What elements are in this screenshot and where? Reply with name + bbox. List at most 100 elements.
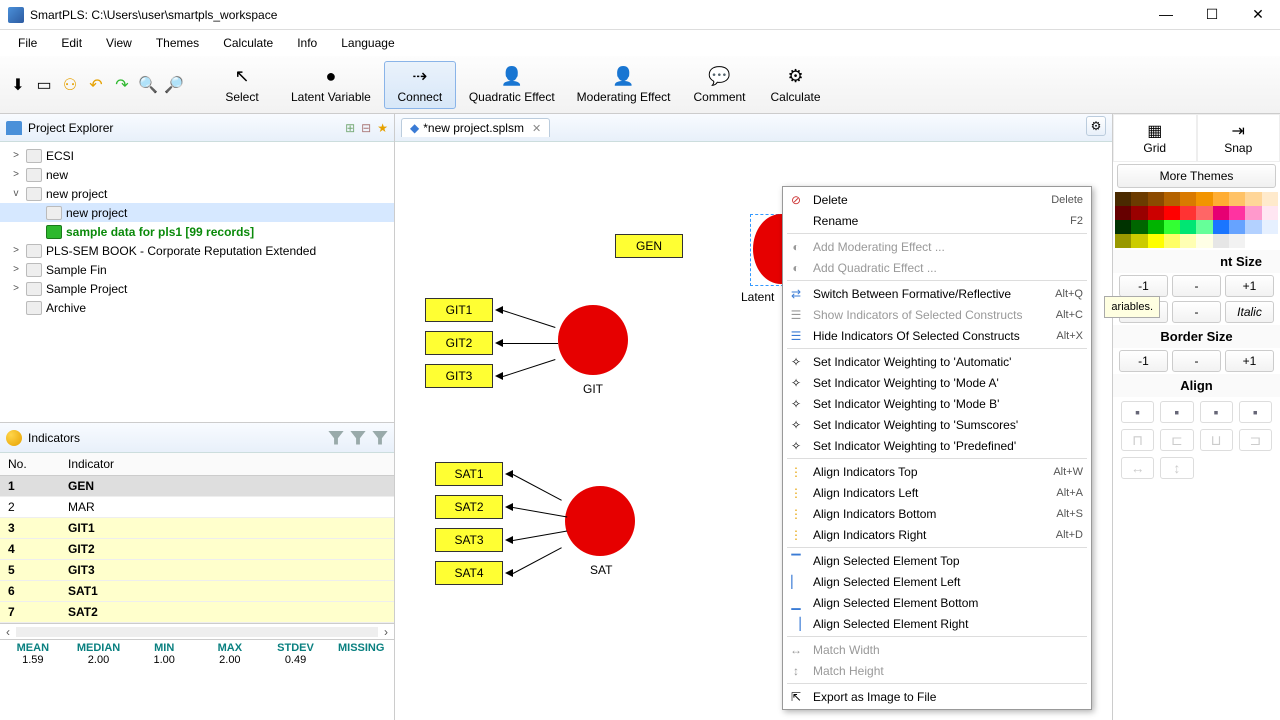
ctx-align-selected-element-bottom[interactable]: ▁Align Selected Element Bottom xyxy=(783,592,1091,613)
indicator-sat3[interactable]: SAT3 xyxy=(435,528,503,552)
ctx-align-indicators-bottom[interactable]: ⋮Align Indicators BottomAlt+S xyxy=(783,503,1091,524)
menu-themes[interactable]: Themes xyxy=(146,32,209,54)
ctx-rename[interactable]: RenameF2 xyxy=(783,210,1091,231)
remove-icon[interactable]: ⊟ xyxy=(361,121,371,135)
indicator-row[interactable]: 7SAT2 xyxy=(0,602,394,623)
align-btn-8[interactable]: ⊐ xyxy=(1239,429,1272,451)
construct-git[interactable] xyxy=(558,305,628,375)
align-btn-3[interactable]: ▪ xyxy=(1200,401,1233,423)
more-themes-button[interactable]: More Themes xyxy=(1117,164,1276,188)
minimize-button[interactable]: — xyxy=(1152,6,1180,23)
color-swatch[interactable] xyxy=(1180,192,1196,206)
align-btn-9[interactable]: ↔ xyxy=(1121,457,1154,479)
color-swatch[interactable] xyxy=(1131,220,1147,234)
italic-button[interactable]: Italic xyxy=(1225,301,1274,323)
indicator-git2[interactable]: GIT2 xyxy=(425,331,493,355)
color-swatch[interactable] xyxy=(1115,192,1131,206)
color-swatch[interactable] xyxy=(1115,234,1131,248)
color-swatch[interactable] xyxy=(1213,192,1229,206)
zoom-out-icon[interactable]: 🔍 xyxy=(138,75,158,95)
align-btn-7[interactable]: ⊔ xyxy=(1200,429,1233,451)
border-plus-button[interactable]: +1 xyxy=(1225,350,1274,372)
color-swatch[interactable] xyxy=(1213,206,1229,220)
color-swatch[interactable] xyxy=(1148,220,1164,234)
grid-button[interactable]: ▦Grid xyxy=(1113,114,1197,162)
menu-calculate[interactable]: Calculate xyxy=(213,32,283,54)
zoom-in-icon[interactable]: 🔎 xyxy=(164,75,184,95)
indicator-row[interactable]: 2MAR xyxy=(0,497,394,518)
indicator-gen[interactable]: GEN xyxy=(615,234,683,258)
maximize-button[interactable]: ☐ xyxy=(1198,6,1226,23)
align-btn-1[interactable]: ▪ xyxy=(1121,401,1154,423)
ctx-export-as-image-to-file[interactable]: ⇱Export as Image to File xyxy=(783,686,1091,707)
color-swatch[interactable] xyxy=(1245,234,1261,248)
align-btn-2[interactable]: ▪ xyxy=(1160,401,1193,423)
color-swatch[interactable] xyxy=(1262,234,1278,248)
color-swatch[interactable] xyxy=(1229,234,1245,248)
align-btn-5[interactable]: ⊓ xyxy=(1121,429,1154,451)
tree-node[interactable]: new project xyxy=(0,203,394,222)
indicator-row[interactable]: 3GIT1 xyxy=(0,518,394,539)
ctx-set-indicator-weighting-to-sumscores[interactable]: ✧Set Indicator Weighting to 'Sumscores' xyxy=(783,414,1091,435)
color-swatch[interactable] xyxy=(1131,192,1147,206)
color-swatch[interactable] xyxy=(1164,192,1180,206)
menu-language[interactable]: Language xyxy=(331,32,404,54)
font-reset-button[interactable]: - xyxy=(1172,275,1221,297)
color-swatch[interactable] xyxy=(1229,206,1245,220)
menu-edit[interactable]: Edit xyxy=(51,32,92,54)
color-swatch[interactable] xyxy=(1180,220,1196,234)
project-tree[interactable]: >ECSI>newvnew projectnew projectsample d… xyxy=(0,142,394,422)
color-swatch[interactable] xyxy=(1262,192,1278,206)
ctx-align-selected-element-top[interactable]: ▔Align Selected Element Top xyxy=(783,550,1091,571)
ctx-align-indicators-left[interactable]: ⋮Align Indicators LeftAlt+A xyxy=(783,482,1091,503)
color-swatch[interactable] xyxy=(1148,234,1164,248)
tree-node[interactable]: >Sample Project xyxy=(0,279,394,298)
add-icon[interactable]: ⊞ xyxy=(345,121,355,135)
ctx-align-indicators-top[interactable]: ⋮Align Indicators TopAlt+W xyxy=(783,461,1091,482)
style-reset-button[interactable]: - xyxy=(1172,301,1221,323)
align-btn-4[interactable]: ▪ xyxy=(1239,401,1272,423)
indicator-sat2[interactable]: SAT2 xyxy=(435,495,503,519)
border-minus-button[interactable]: -1 xyxy=(1119,350,1168,372)
border-reset-button[interactable]: - xyxy=(1172,350,1221,372)
color-swatch[interactable] xyxy=(1131,234,1147,248)
align-btn-10[interactable]: ↕ xyxy=(1160,457,1193,479)
import-icon[interactable]: ⬇ xyxy=(8,75,28,95)
toolbar-connect[interactable]: ⇢Connect xyxy=(384,61,456,109)
new-icon[interactable]: ▭ xyxy=(34,75,54,95)
color-swatch[interactable] xyxy=(1213,220,1229,234)
color-swatch[interactable] xyxy=(1229,192,1245,206)
tree-node[interactable]: sample data for pls1 [99 records] xyxy=(0,222,394,241)
font-minus-button[interactable]: -1 xyxy=(1119,275,1168,297)
color-swatches[interactable] xyxy=(1113,190,1280,250)
align-btn-6[interactable]: ⊏ xyxy=(1160,429,1193,451)
redo-icon[interactable]: ↷ xyxy=(112,75,132,95)
toolbar-quadratic-effect[interactable]: 👤Quadratic Effect xyxy=(460,61,564,109)
tree-node[interactable]: >ECSI xyxy=(0,146,394,165)
canvas-settings-icon[interactable]: ⚙ xyxy=(1086,116,1106,136)
ctx-hide-indicators-of-selected-constructs[interactable]: ☰Hide Indicators Of Selected ConstructsA… xyxy=(783,325,1091,346)
color-swatch[interactable] xyxy=(1164,220,1180,234)
construct-sat[interactable] xyxy=(565,486,635,556)
toolbar-comment[interactable]: 💬Comment xyxy=(684,61,756,109)
color-swatch[interactable] xyxy=(1196,206,1212,220)
menu-view[interactable]: View xyxy=(96,32,142,54)
color-swatch[interactable] xyxy=(1148,192,1164,206)
font-plus-button[interactable]: +1 xyxy=(1225,275,1274,297)
ctx-align-indicators-right[interactable]: ⋮Align Indicators RightAlt+D xyxy=(783,524,1091,545)
ctx-switch-between-formative-reflective[interactable]: ⇄Switch Between Formative/ReflectiveAlt+… xyxy=(783,283,1091,304)
filter-icon-3[interactable] xyxy=(372,431,388,445)
indicator-sat4[interactable]: SAT4 xyxy=(435,561,503,585)
color-swatch[interactable] xyxy=(1196,192,1212,206)
menu-info[interactable]: Info xyxy=(287,32,327,54)
color-swatch[interactable] xyxy=(1245,206,1261,220)
color-swatch[interactable] xyxy=(1229,220,1245,234)
color-swatch[interactable] xyxy=(1115,220,1131,234)
menu-file[interactable]: File xyxy=(8,32,47,54)
snap-button[interactable]: ⇥Snap xyxy=(1197,114,1280,162)
color-swatch[interactable] xyxy=(1180,206,1196,220)
filter-icon[interactable] xyxy=(328,431,344,445)
tab-close-icon[interactable]: ✕ xyxy=(532,122,541,135)
color-swatch[interactable] xyxy=(1245,220,1261,234)
toolbar-latent-variable[interactable]: ●Latent Variable xyxy=(282,61,380,109)
